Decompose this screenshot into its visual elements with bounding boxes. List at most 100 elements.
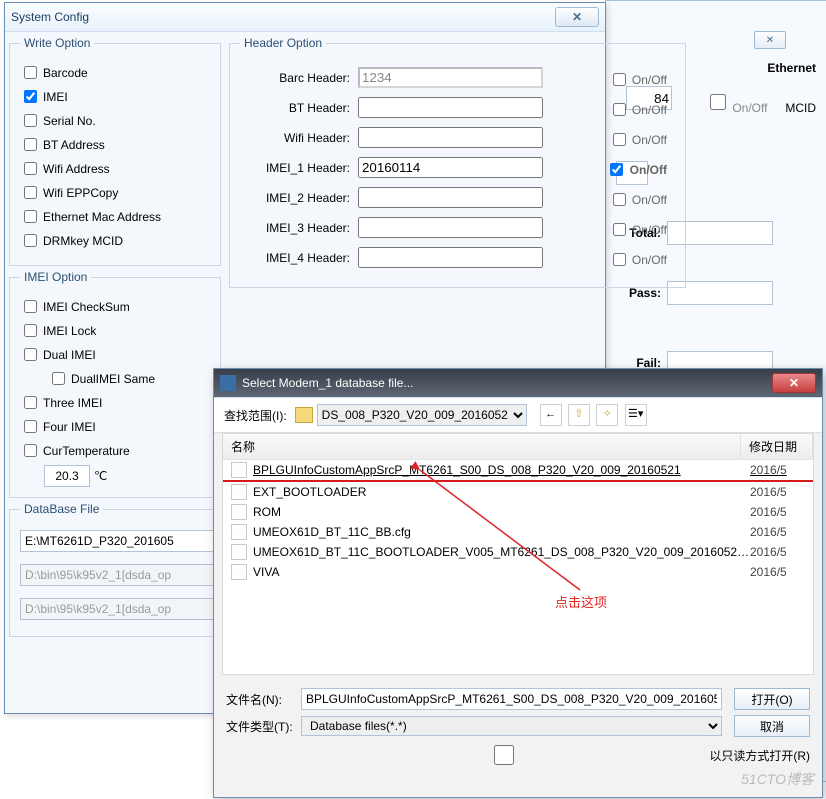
imei1-header-field[interactable] xyxy=(358,157,543,178)
file-open-dialog: Select Modem_1 database file... ✕ 查找范围(I… xyxy=(213,368,823,798)
file-date: 2016/5 xyxy=(750,463,805,477)
imei1-onoff[interactable] xyxy=(610,163,623,176)
eth-check[interactable] xyxy=(24,210,37,223)
imei-lock-label: IMEI Lock xyxy=(43,324,96,338)
eth-label: Ethernet Mac Address xyxy=(43,210,161,224)
three-imei-label: Three IMEI xyxy=(43,396,102,410)
four-imei-label: Four IMEI xyxy=(43,420,96,434)
header-option-group: Header Option Barc Header: On/Off BT Hea… xyxy=(229,36,686,288)
close-button[interactable]: ✕ xyxy=(555,7,599,27)
bt-header-label: BT Header: xyxy=(240,101,358,115)
file-name: VIVA xyxy=(253,565,750,579)
file-item[interactable]: EXT_BOOTLOADER2016/5 xyxy=(223,482,813,502)
folder-icon xyxy=(295,407,313,423)
bt-label: BT Address xyxy=(43,138,105,152)
filetype-label: 文件类型(T): xyxy=(226,718,301,735)
imei2-header-field[interactable] xyxy=(358,187,543,208)
file-icon xyxy=(231,484,247,500)
imei-lock-check[interactable] xyxy=(24,324,37,337)
imei1-header-label: IMEI_1 Header: xyxy=(240,161,358,175)
new-folder-icon[interactable]: ✧ xyxy=(596,404,618,426)
wifi-header-label: Wifi Header: xyxy=(240,131,358,145)
file-date: 2016/5 xyxy=(750,545,805,559)
wifi-onoff[interactable] xyxy=(613,133,626,146)
file-list[interactable]: 名称 修改日期 BPLGUInfoCustomAppSrcP_MT6261_S0… xyxy=(222,433,814,675)
file-name: ROM xyxy=(253,505,750,519)
bt-check[interactable] xyxy=(24,138,37,151)
barc-header-field xyxy=(358,67,543,88)
imei3-onoff[interactable] xyxy=(613,223,626,236)
file-name: UMEOX61D_BT_11C_BOOTLOADER_V005_MT6261_D… xyxy=(253,545,750,559)
dual-imei-check[interactable] xyxy=(24,348,37,361)
lookin-dropdown[interactable]: DS_008_P320_V20_009_2016052 xyxy=(317,404,527,426)
wifiepp-label: Wifi EPPCopy xyxy=(43,186,118,200)
database-file-group: DataBase File xyxy=(9,502,231,637)
ethernet-label: Ethernet xyxy=(767,61,816,75)
file-icon xyxy=(231,524,247,540)
file-item[interactable]: UMEOX61D_BT_11C_BB.cfg2016/5 xyxy=(223,522,813,542)
filename-label: 文件名(N): xyxy=(226,691,301,708)
dual-imei-label: Dual IMEI xyxy=(43,348,96,362)
drm-check[interactable] xyxy=(24,234,37,247)
filetype-dropdown[interactable]: Database files(*.*) xyxy=(301,716,722,736)
curtemp-field[interactable] xyxy=(44,465,90,487)
bt-header-field[interactable] xyxy=(358,97,543,118)
file-name: BPLGUInfoCustomAppSrcP_MT6261_S00_DS_008… xyxy=(253,463,750,477)
write-option-group: Write Option Barcode IMEI Serial No. BT … xyxy=(9,36,221,266)
open-button[interactable]: 打开(O) xyxy=(734,688,810,710)
mcid-label: MCID xyxy=(785,101,816,115)
header-option-legend: Header Option xyxy=(240,36,326,50)
wifi-check[interactable] xyxy=(24,162,37,175)
close-icon[interactable]: ✕ xyxy=(754,31,786,49)
three-imei-check[interactable] xyxy=(24,396,37,409)
dual-same-label: DualIMEI Same xyxy=(71,372,155,386)
onoff-bg: On/Off xyxy=(706,89,767,115)
imei4-onoff[interactable] xyxy=(613,253,626,266)
db-path-3 xyxy=(20,598,220,620)
view-menu-icon[interactable]: ☰▾ xyxy=(625,404,647,426)
write-option-legend: Write Option xyxy=(20,36,94,50)
file-date: 2016/5 xyxy=(750,505,805,519)
file-icon xyxy=(231,462,247,478)
dual-same-check[interactable] xyxy=(52,372,65,385)
file-name: UMEOX61D_BT_11C_BB.cfg xyxy=(253,525,750,539)
watermark: 51CTO博客 xyxy=(741,769,814,789)
file-item[interactable]: VIVA2016/5 xyxy=(223,562,813,582)
curtemp-check[interactable] xyxy=(24,444,37,457)
barcode-check[interactable] xyxy=(24,66,37,79)
wifi-header-field[interactable] xyxy=(358,127,543,148)
db-path-2 xyxy=(20,564,220,586)
imei2-onoff[interactable] xyxy=(613,193,626,206)
file-item[interactable]: ROM2016/5 xyxy=(223,502,813,522)
file-item[interactable]: BPLGUInfoCustomAppSrcP_MT6261_S00_DS_008… xyxy=(223,460,813,482)
cancel-button[interactable]: 取消 xyxy=(734,715,810,737)
imei4-header-field[interactable] xyxy=(358,247,543,268)
back-icon[interactable]: ← xyxy=(540,404,562,426)
file-icon xyxy=(231,544,247,560)
serial-check[interactable] xyxy=(24,114,37,127)
imei-check[interactable] xyxy=(24,90,37,103)
imei-checksum-check[interactable] xyxy=(24,300,37,313)
imei3-header-field[interactable] xyxy=(358,217,543,238)
readonly-check[interactable] xyxy=(305,745,703,765)
barc-onoff[interactable] xyxy=(613,73,626,86)
file-date: 2016/5 xyxy=(750,565,805,579)
db-path-1[interactable] xyxy=(20,530,220,552)
col-name[interactable]: 名称 xyxy=(223,434,741,459)
barcode-label: Barcode xyxy=(43,66,88,80)
curtemp-label: CurTemperature xyxy=(43,444,130,458)
lookin-label: 查找范围(I): xyxy=(224,407,287,424)
bt-onoff[interactable] xyxy=(613,103,626,116)
filename-field[interactable] xyxy=(301,688,722,710)
onoff-bg-check[interactable] xyxy=(710,92,726,112)
col-date[interactable]: 修改日期 xyxy=(741,434,813,459)
serial-label: Serial No. xyxy=(43,114,96,128)
file-date: 2016/5 xyxy=(750,485,805,499)
up-icon[interactable]: ⇧ xyxy=(568,404,590,426)
four-imei-check[interactable] xyxy=(24,420,37,433)
file-icon xyxy=(231,564,247,580)
wifiepp-check[interactable] xyxy=(24,186,37,199)
file-date: 2016/5 xyxy=(750,525,805,539)
file-item[interactable]: UMEOX61D_BT_11C_BOOTLOADER_V005_MT6261_D… xyxy=(223,542,813,562)
dialog-close-button[interactable]: ✕ xyxy=(772,373,816,393)
